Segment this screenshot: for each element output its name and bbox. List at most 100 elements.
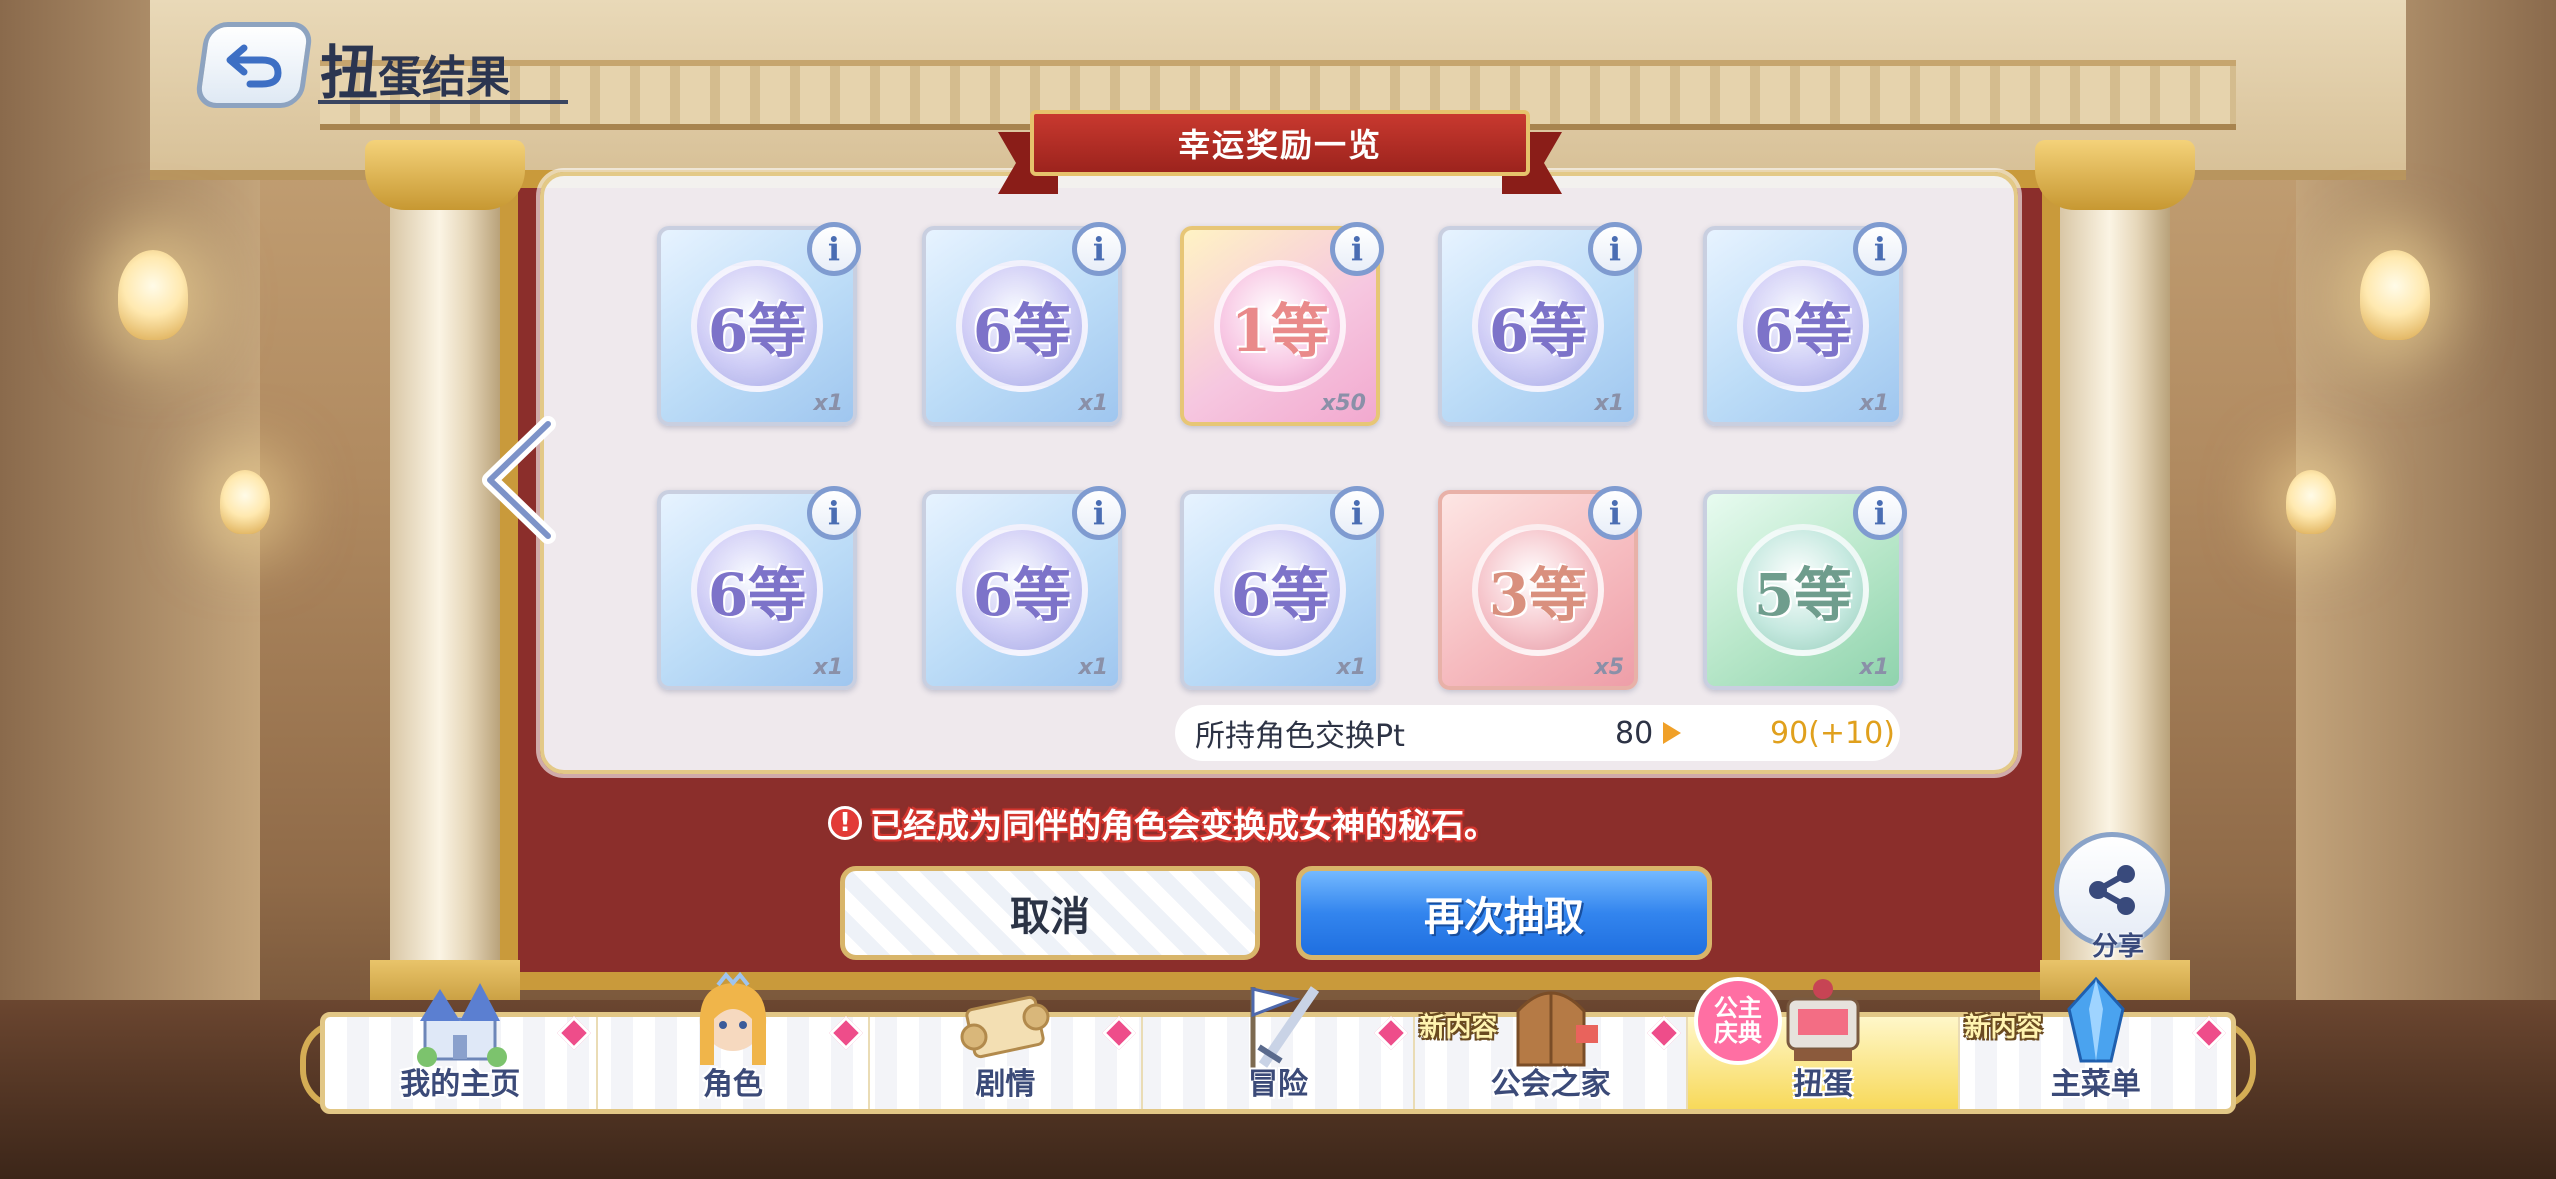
nav-item-story[interactable]: 剧情 bbox=[870, 995, 1143, 1109]
back-arrow-icon bbox=[226, 44, 282, 88]
reward-grade: 6等 bbox=[1230, 561, 1330, 629]
goddess-stone-medal-icon: 6等 bbox=[956, 524, 1088, 656]
exchange-pt-after: 90(+10) bbox=[1770, 715, 1895, 751]
goddess-stone-medal-icon: 6等 bbox=[1737, 260, 1869, 392]
info-icon[interactable]: i bbox=[1072, 486, 1126, 540]
reward-item[interactable]: 3等 x5 i bbox=[1438, 486, 1642, 690]
reward-quantity: x1 bbox=[1859, 391, 1890, 416]
pillar-left bbox=[365, 140, 525, 1030]
chevron-left-icon bbox=[482, 416, 556, 544]
reward-grade: 3等 bbox=[1488, 561, 1588, 629]
notification-diamond-icon bbox=[2192, 1016, 2227, 1050]
reward-quantity: x1 bbox=[813, 655, 844, 680]
nav-item-guild-house[interactable]: 新内容 公会之家 bbox=[1415, 991, 1688, 1109]
info-icon[interactable]: i bbox=[1853, 222, 1907, 276]
reward-item[interactable]: 6等 x1 i bbox=[657, 486, 861, 690]
reward-item[interactable]: 5等 x1 i bbox=[1703, 486, 1907, 690]
exchange-pt-label: 所持角色交换Pt bbox=[1195, 719, 1405, 754]
notification-diamond-icon bbox=[829, 1016, 864, 1050]
reward-quantity: x1 bbox=[1336, 655, 1367, 680]
nav-label: 角色 bbox=[702, 1067, 763, 1102]
reward-quantity: x1 bbox=[1594, 391, 1625, 416]
draw-again-button[interactable]: 再次抽取 bbox=[1296, 866, 1712, 960]
arrow-right-icon bbox=[1663, 722, 1681, 744]
notification-diamond-icon bbox=[1646, 1016, 1681, 1050]
wall-lamp-icon bbox=[2360, 250, 2430, 340]
lucky-rewards-banner: 幸运奖励一览 bbox=[998, 104, 1562, 200]
cancel-button[interactable]: 取消 bbox=[840, 866, 1260, 960]
reward-grade: 6等 bbox=[707, 561, 807, 629]
reward-grade: 1等 bbox=[1230, 297, 1330, 365]
share-icon bbox=[2089, 865, 2135, 915]
reward-item[interactable]: 6等 x1 i bbox=[922, 222, 1126, 426]
reward-grade: 6等 bbox=[1488, 297, 1588, 365]
nav-item-gacha[interactable]: 公主庆典 扭蛋 bbox=[1687, 977, 1961, 1109]
reward-item[interactable]: 6等 x1 i bbox=[922, 486, 1126, 690]
reward-grade: 6等 bbox=[972, 561, 1072, 629]
reward-quantity: x1 bbox=[1859, 655, 1890, 680]
info-icon[interactable]: i bbox=[1072, 222, 1126, 276]
info-icon[interactable]: i bbox=[1330, 222, 1384, 276]
notification-diamond-icon bbox=[1374, 1016, 1409, 1050]
reward-grade: 6等 bbox=[1753, 297, 1853, 365]
nav-label: 冒险 bbox=[1248, 1067, 1309, 1102]
reward-item[interactable]: 6等 x1 i bbox=[1703, 222, 1907, 426]
new-content-badge: 新内容 bbox=[1419, 1013, 1498, 1043]
nav-label: 扭蛋 bbox=[1793, 1067, 1854, 1102]
goddess-stone-medal-icon: 1等 bbox=[1214, 260, 1346, 392]
bottom-nav: 我的主页 角色 剧情 冒险 新内容 公会之家 公主庆典 扭蛋 新内容 主菜单 bbox=[320, 971, 2236, 1114]
notice-text: 已经成为同伴的角色会变换成女神的秘石。 bbox=[870, 806, 1497, 845]
reward-quantity: x1 bbox=[1078, 391, 1109, 416]
page-title: 扭 蛋结果 bbox=[320, 28, 510, 102]
page-title-first-char: 扭 bbox=[320, 39, 379, 107]
new-content-badge: 新内容 bbox=[1964, 1013, 2043, 1043]
event-badge: 公主庆典 bbox=[1693, 977, 1782, 1065]
reward-item[interactable]: 1等 x50 i bbox=[1180, 222, 1384, 426]
nav-label: 我的主页 bbox=[400, 1067, 521, 1102]
goddess-stone-medal-icon: 6等 bbox=[1472, 260, 1604, 392]
share-label: 分享 bbox=[2091, 932, 2144, 962]
goddess-stone-medal-icon: 6等 bbox=[691, 524, 823, 656]
info-icon[interactable]: i bbox=[807, 486, 861, 540]
reward-item[interactable]: 6等 x1 i bbox=[1180, 486, 1384, 690]
reward-grade: 6等 bbox=[707, 297, 807, 365]
info-icon[interactable]: i bbox=[807, 222, 861, 276]
exchange-pt-before: 80 bbox=[1615, 715, 1654, 751]
goddess-stone-medal-icon: 6等 bbox=[1214, 524, 1346, 656]
wall-lamp-icon bbox=[118, 250, 188, 340]
info-icon[interactable]: i bbox=[1588, 486, 1642, 540]
goddess-stone-medal-icon: 3等 bbox=[1472, 524, 1604, 656]
nav-item-adventure[interactable]: 冒险 bbox=[1143, 986, 1416, 1109]
info-icon[interactable]: i bbox=[1330, 486, 1384, 540]
reward-grade: 6等 bbox=[972, 297, 1072, 365]
back-button[interactable] bbox=[193, 22, 315, 108]
title-underline bbox=[318, 100, 568, 104]
previous-page-arrow[interactable] bbox=[470, 410, 570, 550]
reward-quantity: x5 bbox=[1594, 655, 1625, 680]
nav-label: 剧情 bbox=[975, 1067, 1036, 1102]
wall-lamp-icon bbox=[220, 470, 270, 534]
notice-message: ! 已经成为同伴的角色会变换成女神的秘石。 bbox=[828, 800, 1497, 846]
warning-icon: ! bbox=[828, 806, 862, 840]
nav-item-character[interactable]: 角色 bbox=[598, 971, 871, 1109]
notification-diamond-icon bbox=[556, 1016, 591, 1050]
nav-item-home[interactable]: 我的主页 bbox=[325, 983, 598, 1109]
banner-title: 幸运奖励一览 bbox=[1030, 110, 1530, 176]
goddess-stone-medal-icon: 6等 bbox=[956, 260, 1088, 392]
goddess-stone-medal-icon: 6等 bbox=[691, 260, 823, 392]
notification-diamond-icon bbox=[1101, 1016, 1136, 1050]
nav-label: 主菜单 bbox=[2050, 1067, 2141, 1102]
reward-quantity: x50 bbox=[1321, 391, 1366, 416]
goddess-stone-medal-icon: 5等 bbox=[1737, 524, 1869, 656]
page-title-rest: 蛋结果 bbox=[378, 51, 511, 103]
reward-item[interactable]: 6等 x1 i bbox=[657, 222, 861, 426]
info-icon[interactable]: i bbox=[1853, 486, 1907, 540]
reward-item[interactable]: 6等 x1 i bbox=[1438, 222, 1642, 426]
info-icon[interactable]: i bbox=[1588, 222, 1642, 276]
reward-quantity: x1 bbox=[1078, 655, 1109, 680]
reward-quantity: x1 bbox=[813, 391, 844, 416]
nav-item-main-menu[interactable]: 新内容 主菜单 bbox=[1960, 976, 2231, 1109]
reward-grade: 5等 bbox=[1753, 561, 1853, 629]
exchange-pt-bar: 所持角色交换Pt 80 90(+10) bbox=[1175, 705, 1900, 761]
wall-lamp-icon bbox=[2286, 470, 2336, 534]
